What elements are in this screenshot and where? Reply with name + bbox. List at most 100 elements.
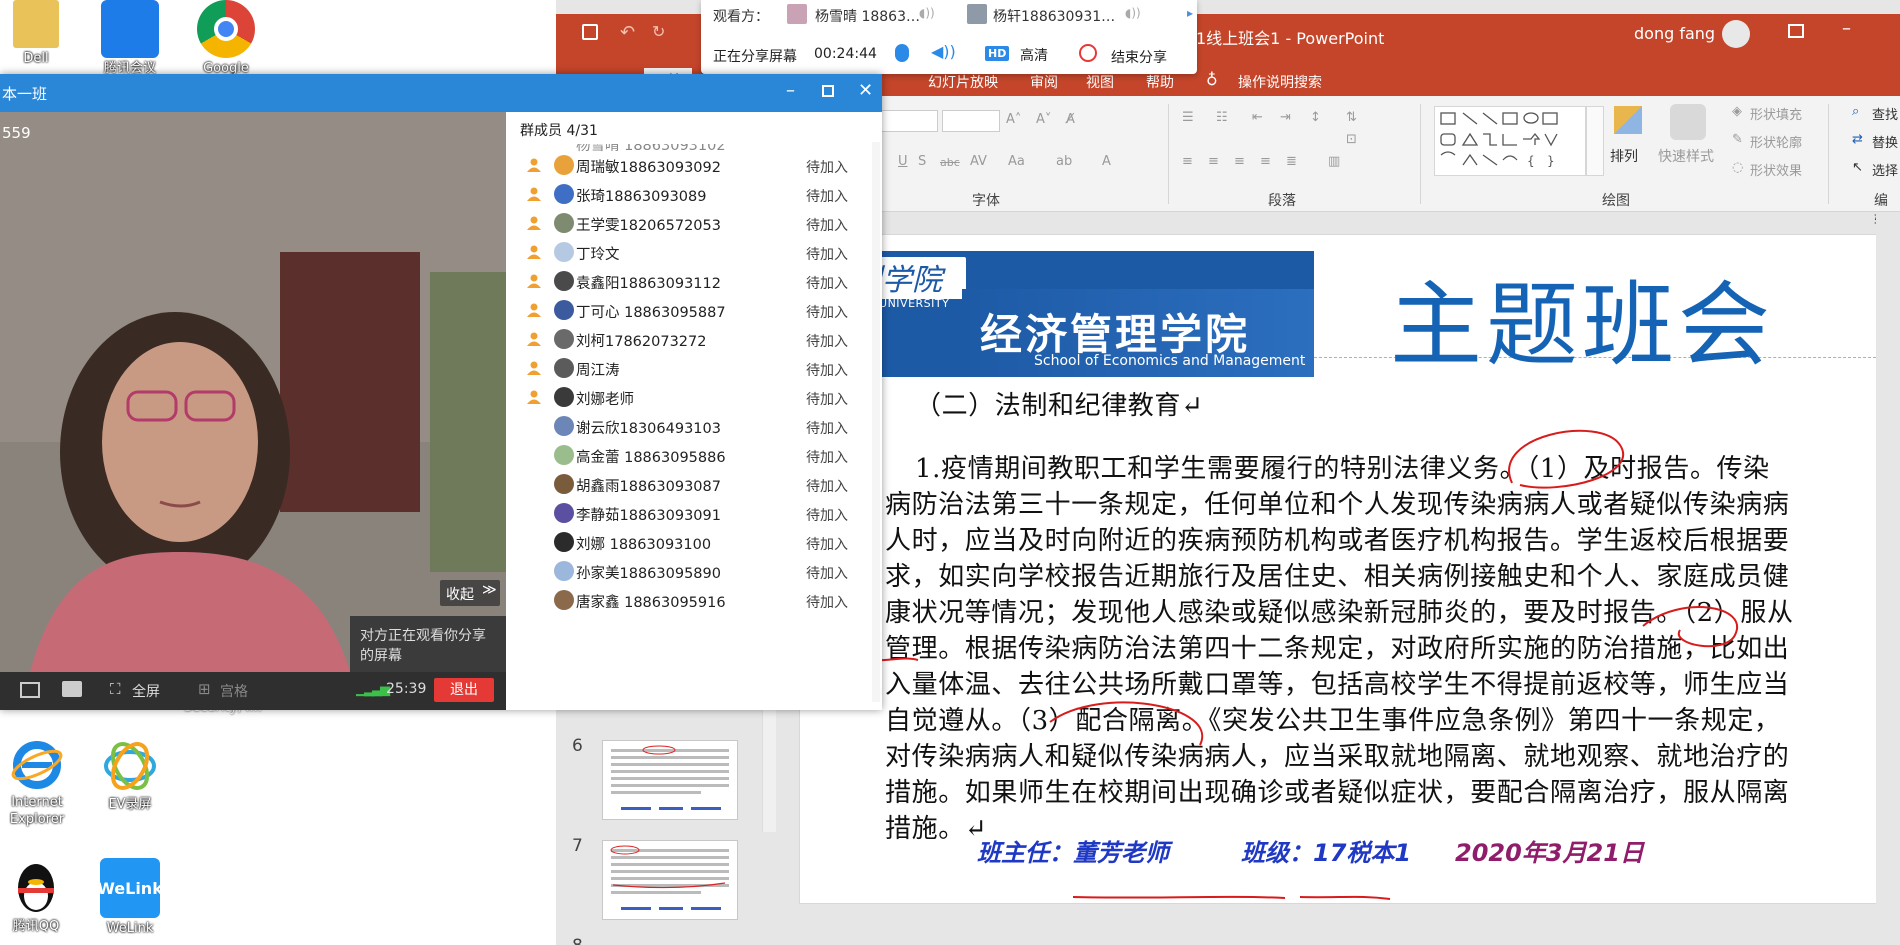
tab-slideshow[interactable]: 幻灯片放映 <box>928 72 998 92</box>
arrange-button[interactable]: 排列 <box>1610 146 1638 166</box>
maximize-icon[interactable] <box>822 85 834 97</box>
member-list-panel: 群成员 4/31 杨雪晴 18863093102 周瑞敏18863093092 待… <box>506 112 882 710</box>
ribbon-display-icon[interactable] <box>1788 24 1804 38</box>
chat-icon[interactable] <box>62 681 82 697</box>
align-center-icon[interactable]: ≡ <box>1208 154 1219 169</box>
distribute-icon[interactable]: ≣ <box>1286 154 1297 169</box>
webcam-person-image <box>0 112 506 672</box>
select-button[interactable]: 选择 <box>1872 160 1898 179</box>
shape-fill-button[interactable]: 形状填充 <box>1750 104 1802 123</box>
slide-thumbnail-preview <box>611 745 729 810</box>
font-size-select[interactable] <box>942 110 1000 132</box>
member-name: 张琦18863093089 <box>576 189 707 205</box>
desktop-icon-chrome[interactable]: Google <box>180 0 272 77</box>
font-name-select[interactable] <box>878 110 938 132</box>
screen-share-icon[interactable] <box>20 682 40 698</box>
speaker-volume-icon[interactable]: ◀)) <box>931 42 956 61</box>
user-avatar-icon[interactable] <box>1722 20 1750 48</box>
viewer-2: 杨轩188630931… <box>993 9 1116 25</box>
exit-button[interactable]: 退出 <box>434 678 494 702</box>
microphone-icon[interactable] <box>895 44 909 62</box>
text-direction-icon[interactable]: ⇅ <box>1346 110 1357 125</box>
shape-outline-button[interactable]: 形状轮廓 <box>1750 132 1802 151</box>
find-button[interactable]: 查找 <box>1872 104 1898 123</box>
align-text-icon[interactable]: ⊡ <box>1346 132 1357 147</box>
ribbon-separator <box>1420 104 1421 204</box>
replace-button[interactable]: 替换 <box>1872 132 1898 151</box>
document-title: 1线上班会1 - PowerPoint <box>1196 29 1385 48</box>
desktop-icon-qq[interactable]: 腾讯QQ <box>0 858 82 935</box>
tab-review[interactable]: 审阅 <box>1030 72 1058 92</box>
stop-share-button[interactable]: 结束分享 <box>1111 47 1167 67</box>
close-icon[interactable]: ✕ <box>858 80 873 101</box>
double-chevron-icon: ≫ <box>482 582 497 598</box>
strikethrough-icon[interactable]: abc <box>940 156 960 169</box>
shapes-gallery[interactable]: {} <box>1434 106 1586 176</box>
align-right-icon[interactable]: ≡ <box>1234 154 1245 169</box>
fullscreen-icon[interactable]: ⛶ <box>110 680 121 698</box>
member-avatar <box>554 590 574 610</box>
member-avatar <box>554 329 574 349</box>
font-color-icon[interactable]: A <box>1102 154 1111 169</box>
clear-format-icon[interactable]: A̸ <box>1066 112 1075 127</box>
shrink-font-icon[interactable]: A˅ <box>1036 112 1051 127</box>
member-avatar <box>554 271 574 291</box>
highlight-icon[interactable]: ab <box>1056 154 1072 169</box>
member-avatar <box>554 387 574 407</box>
desktop-icon-ev[interactable]: EV录屏 <box>84 738 176 813</box>
char-spacing-icon[interactable]: AV <box>970 154 987 169</box>
signal-icon: ▁▂▃▅ <box>356 682 390 697</box>
quick-styles-button[interactable]: 快速样式 <box>1658 146 1714 166</box>
member-name: 丁可心 18863095887 <box>576 305 726 321</box>
next-arrow-icon[interactable]: ▸ <box>1187 6 1193 20</box>
member-row[interactable]: 唐家鑫 18863095916 待加入 <box>506 583 882 618</box>
change-case-icon[interactable]: Aa <box>1008 154 1025 169</box>
viewer-avatar <box>787 4 807 24</box>
drawing-group-label: 绘图 <box>1602 193 1630 209</box>
bullets-icon[interactable]: ☰ <box>1182 110 1194 125</box>
member-name: 刘柯17862073272 <box>576 334 707 350</box>
shape-effects-button[interactable]: 形状效果 <box>1750 160 1802 179</box>
power-stop-icon[interactable] <box>1079 44 1097 62</box>
numbering-icon[interactable]: ☷ <box>1216 110 1228 125</box>
minimize-icon[interactable]: – <box>786 80 795 101</box>
viewer-1: 杨雪晴 18863… <box>815 9 920 25</box>
desktop-icon-welink[interactable]: WeLink WeLink <box>84 858 176 937</box>
meeting-title-bar: 本一班 – ✕ <box>0 74 882 112</box>
save-icon[interactable] <box>582 24 598 40</box>
grid-icon[interactable]: ⊞ <box>198 680 211 698</box>
person-icon <box>526 273 542 289</box>
shapes-gallery-scroll[interactable] <box>1586 106 1604 176</box>
desktop-icon-dell[interactable]: Dell <box>0 0 82 67</box>
member-list-scrollbar[interactable] <box>872 142 880 702</box>
shadow-icon[interactable]: S <box>918 154 926 169</box>
decrease-indent-icon[interactable]: ⇤ <box>1252 110 1263 125</box>
viewer-avatar <box>967 4 987 24</box>
grid-button[interactable]: 宫格 <box>220 681 248 701</box>
justify-icon[interactable]: ≡ <box>1260 154 1271 169</box>
tell-me-search[interactable]: 操作说明搜索 <box>1238 72 1322 92</box>
redo-icon[interactable]: ↻ <box>652 22 665 41</box>
member-name: 周江涛 <box>576 363 620 379</box>
user-name[interactable]: dong fang <box>1634 24 1715 43</box>
slide-thumbnail-7[interactable] <box>602 840 738 920</box>
tab-view[interactable]: 视图 <box>1086 72 1114 92</box>
line-spacing-icon[interactable]: ↕ <box>1310 110 1321 125</box>
increase-indent-icon[interactable]: ⇥ <box>1280 110 1291 125</box>
undo-icon[interactable]: ↶ <box>620 22 635 43</box>
minimize-icon[interactable]: – <box>1842 18 1851 39</box>
member-status: 待加入 <box>806 537 848 553</box>
underline-icon[interactable]: U <box>898 154 908 169</box>
hd-label[interactable]: 高清 <box>1020 45 1048 65</box>
collapse-button[interactable]: 收起 ≫ <box>440 580 500 606</box>
desktop-icon-tencent-meeting[interactable]: 腾讯会议 <box>84 0 176 77</box>
grow-font-icon[interactable]: A˄ <box>1006 112 1021 127</box>
desktop-icon-ie[interactable]: Internet Explorer <box>0 738 83 828</box>
tab-help[interactable]: 帮助 <box>1146 72 1174 92</box>
slide-thumbnail-6[interactable] <box>602 740 738 820</box>
align-left-icon[interactable]: ≡ <box>1182 154 1193 169</box>
columns-icon[interactable]: ▥ <box>1328 154 1340 169</box>
slide-scrollbar[interactable] <box>1876 212 1900 945</box>
fullscreen-button[interactable]: 全屏 <box>132 681 160 701</box>
person-icon <box>526 186 542 202</box>
